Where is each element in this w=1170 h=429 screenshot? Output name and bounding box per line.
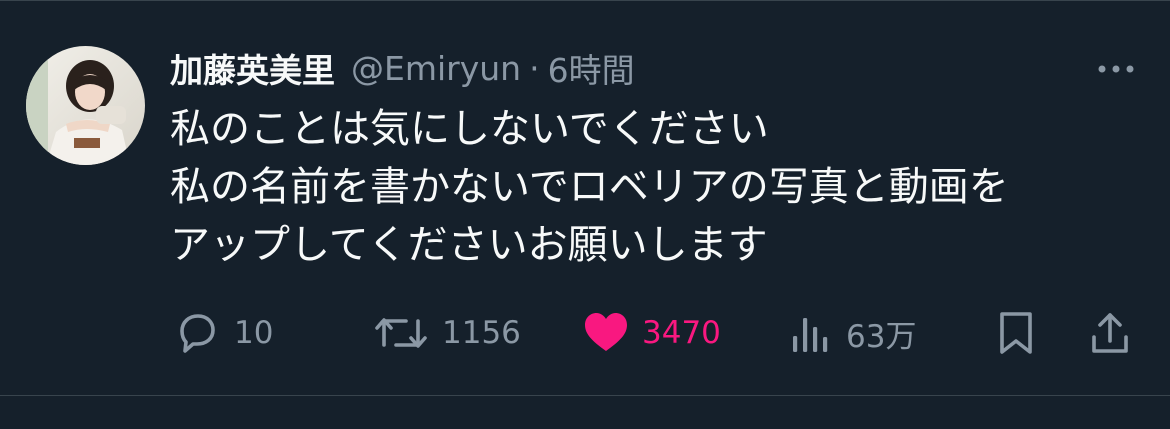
like-button[interactable]: 3470 bbox=[582, 305, 721, 361]
avatar[interactable] bbox=[26, 46, 145, 165]
views-icon bbox=[788, 308, 834, 358]
bookmark-button[interactable] bbox=[994, 305, 1038, 361]
author-handle[interactable]: @Emiryun bbox=[351, 49, 521, 88]
top-divider bbox=[0, 0, 1170, 1]
like-count: 3470 bbox=[642, 315, 721, 351]
retweet-button[interactable]: 1156 bbox=[372, 305, 521, 361]
header-separator: · bbox=[529, 48, 540, 88]
tweet-text-line: アップしてくださいお願いします bbox=[170, 222, 768, 268]
tweet-text: 私のことは気にしないでください 私の名前を書かないでロベリアの写真と動画を アッ… bbox=[170, 100, 1140, 274]
tweet-actions: 10 1156 3470 63万 bbox=[0, 305, 1170, 361]
tweet-text-line: 私のことは気にしないでください bbox=[170, 106, 769, 152]
views-button[interactable]: 63万 bbox=[788, 305, 916, 361]
reply-icon bbox=[172, 308, 222, 358]
share-button[interactable] bbox=[1086, 305, 1134, 361]
heart-icon bbox=[582, 308, 630, 358]
tweet-text-line: 私の名前を書かないでロベリアの写真と動画を bbox=[170, 164, 1009, 210]
tweet-timestamp[interactable]: 6時間 bbox=[548, 44, 635, 92]
retweet-count: 1156 bbox=[442, 315, 521, 351]
bottom-divider bbox=[0, 395, 1170, 396]
reply-count: 10 bbox=[234, 315, 274, 351]
views-count: 63万 bbox=[846, 318, 917, 355]
more-options-button[interactable] bbox=[1092, 54, 1140, 84]
share-icon bbox=[1086, 308, 1134, 358]
tweet-header: 加藤英美里 @Emiryun · 6時間 bbox=[170, 44, 635, 92]
reply-button[interactable]: 10 bbox=[172, 305, 273, 361]
bookmark-icon bbox=[994, 308, 1038, 358]
author-display-name[interactable]: 加藤英美里 bbox=[170, 44, 335, 92]
more-icon bbox=[1092, 54, 1140, 84]
retweet-icon bbox=[372, 308, 430, 358]
